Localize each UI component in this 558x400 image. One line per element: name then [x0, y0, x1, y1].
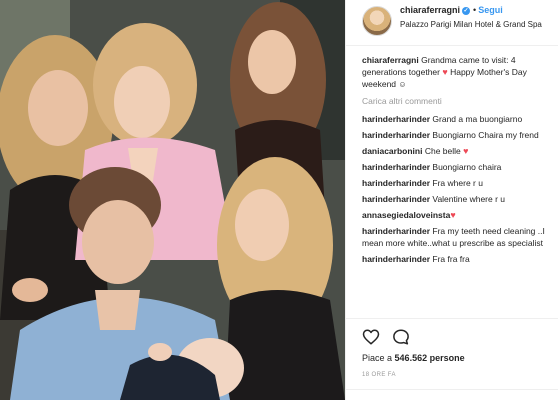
comment-text: Buongiarno Chaira my frend	[432, 130, 539, 140]
avatar[interactable]	[362, 6, 392, 36]
comment-username[interactable]: harinderharinder	[362, 226, 430, 236]
post-header: chiaraferragni ✓ • Segui Palazzo Parigi Mil…	[346, 0, 558, 46]
follow-button[interactable]: Segui	[478, 5, 503, 15]
heart-outline-icon[interactable]	[362, 328, 380, 346]
caption: chiaraferragni Grandma came to visit: 4 …	[362, 54, 552, 91]
comment-row: harinderharinder Fra where r u	[362, 177, 552, 189]
caption-username[interactable]: chiaraferragni	[362, 55, 419, 65]
header-username[interactable]: chiaraferragni	[400, 5, 460, 15]
comment-username[interactable]: annasegiedaloveinsta	[362, 210, 450, 220]
red-heart-emoji-icon: ♥	[442, 67, 448, 77]
comment-text: Buongiarno chaira	[432, 162, 502, 172]
comment-username[interactable]: harinderharinder	[362, 162, 430, 172]
comment-row: harinderharinder Valentine where r u	[362, 193, 552, 205]
likes-count[interactable]: Piace a 546.562 persone	[362, 353, 465, 363]
add-comment-bar[interactable]	[346, 389, 558, 400]
comment-row: annasegiedaloveinsta♥	[362, 209, 552, 221]
comment-text: Che belle	[424, 146, 461, 156]
comment-text: Valentine where r u	[432, 194, 506, 204]
red-heart-emoji-icon: ♥	[450, 210, 456, 220]
comment-username[interactable]: harinderharinder	[362, 194, 430, 204]
post-sidebar: chiaraferragni ✓ • Segui Palazzo Parigi Mil…	[345, 0, 558, 400]
comments-list: chiaraferragni Grandma came to visit: 4 …	[362, 54, 552, 269]
post-timestamp: 18 ORE FA	[362, 372, 396, 378]
post-photo[interactable]	[0, 0, 345, 400]
likes-prefix: Piace a	[362, 353, 393, 363]
comment-text: Fra where r u	[432, 178, 483, 188]
header-separator: •	[473, 5, 477, 15]
comment-row: harinderharinder Fra fra fra	[362, 253, 552, 265]
likes-suffix: persone	[429, 353, 465, 363]
smile-emoji-icon: ☺	[398, 80, 407, 89]
family-photo-illustration	[0, 0, 345, 400]
comment-text: Fra fra fra	[432, 254, 470, 264]
comment-username[interactable]: harinderharinder	[362, 254, 430, 264]
location-link[interactable]: Palazzo Parigi Milan Hotel & Grand Spa	[400, 20, 542, 29]
red-heart-emoji-icon: ♥	[463, 146, 469, 156]
verified-badge-icon: ✓	[462, 7, 471, 15]
load-more-comments-link[interactable]: Carica altri commenti	[362, 95, 552, 107]
comment-row: harinderharinder Grand a ma buongiarno	[362, 113, 552, 125]
comment-row: harinderharinder Fra my teeth need clean…	[362, 225, 552, 249]
comment-username[interactable]: harinderharinder	[362, 178, 430, 188]
comment-row: harinderharinder Buongiarno chaira	[362, 161, 552, 173]
comment-row: daniacarbonini Che belle ♥	[362, 145, 552, 157]
comment-row: harinderharinder Buongiarno Chaira my fr…	[362, 129, 552, 141]
header-username-row: chiaraferragni ✓ • Segui	[400, 5, 503, 15]
likes-number: 546.562	[394, 353, 428, 363]
comment-text: Grand a ma buongiarno	[432, 114, 523, 124]
comment-username[interactable]: daniacarbonini	[362, 146, 422, 156]
speech-bubble-icon[interactable]	[392, 328, 410, 346]
comment-username[interactable]: harinderharinder	[362, 114, 430, 124]
post-actions: Piace a 546.562 persone 18 ORE FA	[346, 318, 558, 400]
comment-username[interactable]: harinderharinder	[362, 130, 430, 140]
